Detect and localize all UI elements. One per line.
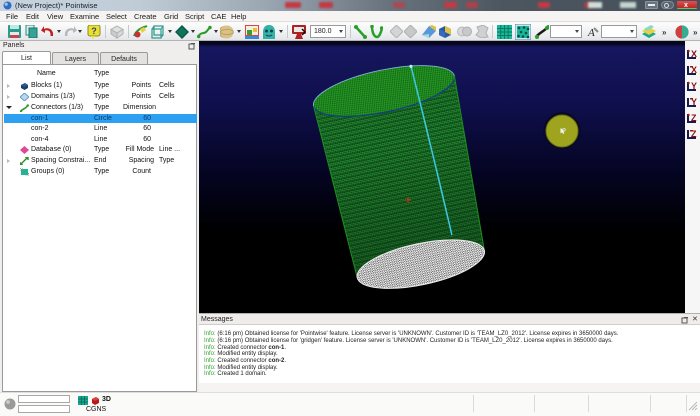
svg-text:Z: Z: [691, 129, 697, 139]
svg-text:X: X: [691, 65, 697, 75]
svg-text:?: ?: [91, 26, 97, 36]
svg-text:Y: Y: [691, 81, 697, 91]
svg-text:X: X: [691, 49, 697, 59]
svg-text:Z: Z: [691, 113, 697, 123]
svg-text:Y: Y: [691, 97, 697, 107]
